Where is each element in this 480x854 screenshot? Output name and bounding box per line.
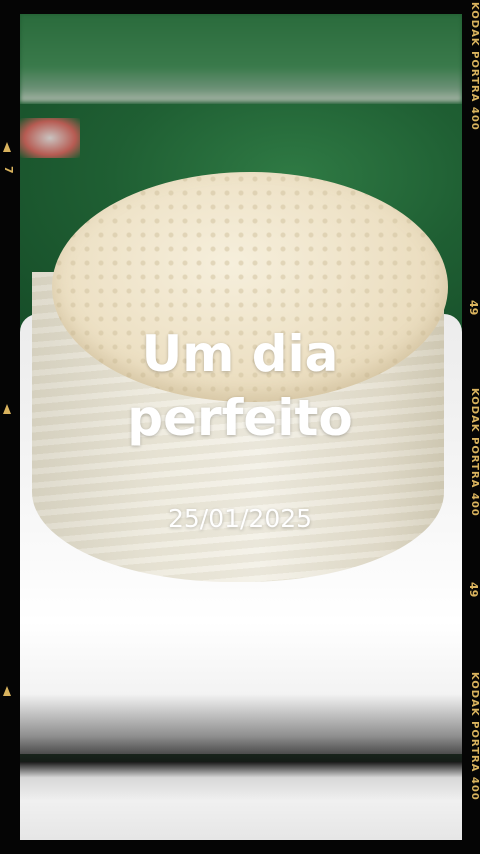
film-arrow-icon [3,142,11,152]
overlay-date: 25/01/2025 [167,504,313,533]
film-label-middle: KODAK PORTRA 400 [469,388,480,517]
title-line-1: Um dia [141,325,339,383]
film-left-number: 7 [2,166,15,174]
overlay-title: Um dia perfeito [0,322,480,450]
frame-number-2: 49 [467,582,480,598]
background-object [20,118,80,158]
film-arrow-icon [3,686,11,696]
film-frame: Um dia perfeito 25/01/2025 KODAK PORTRA … [0,0,480,854]
plate-shadow [20,694,462,764]
film-label-top: KODAK PORTRA 400 [469,2,480,131]
frame-number-1: 49 [467,300,480,316]
photo-blur-top [20,14,462,102]
title-line-2: perfeito [127,389,353,447]
photo-blur-bottom [20,762,462,840]
film-label-bottom: KODAK PORTRA 400 [469,672,480,801]
film-arrow-icon [3,404,11,414]
